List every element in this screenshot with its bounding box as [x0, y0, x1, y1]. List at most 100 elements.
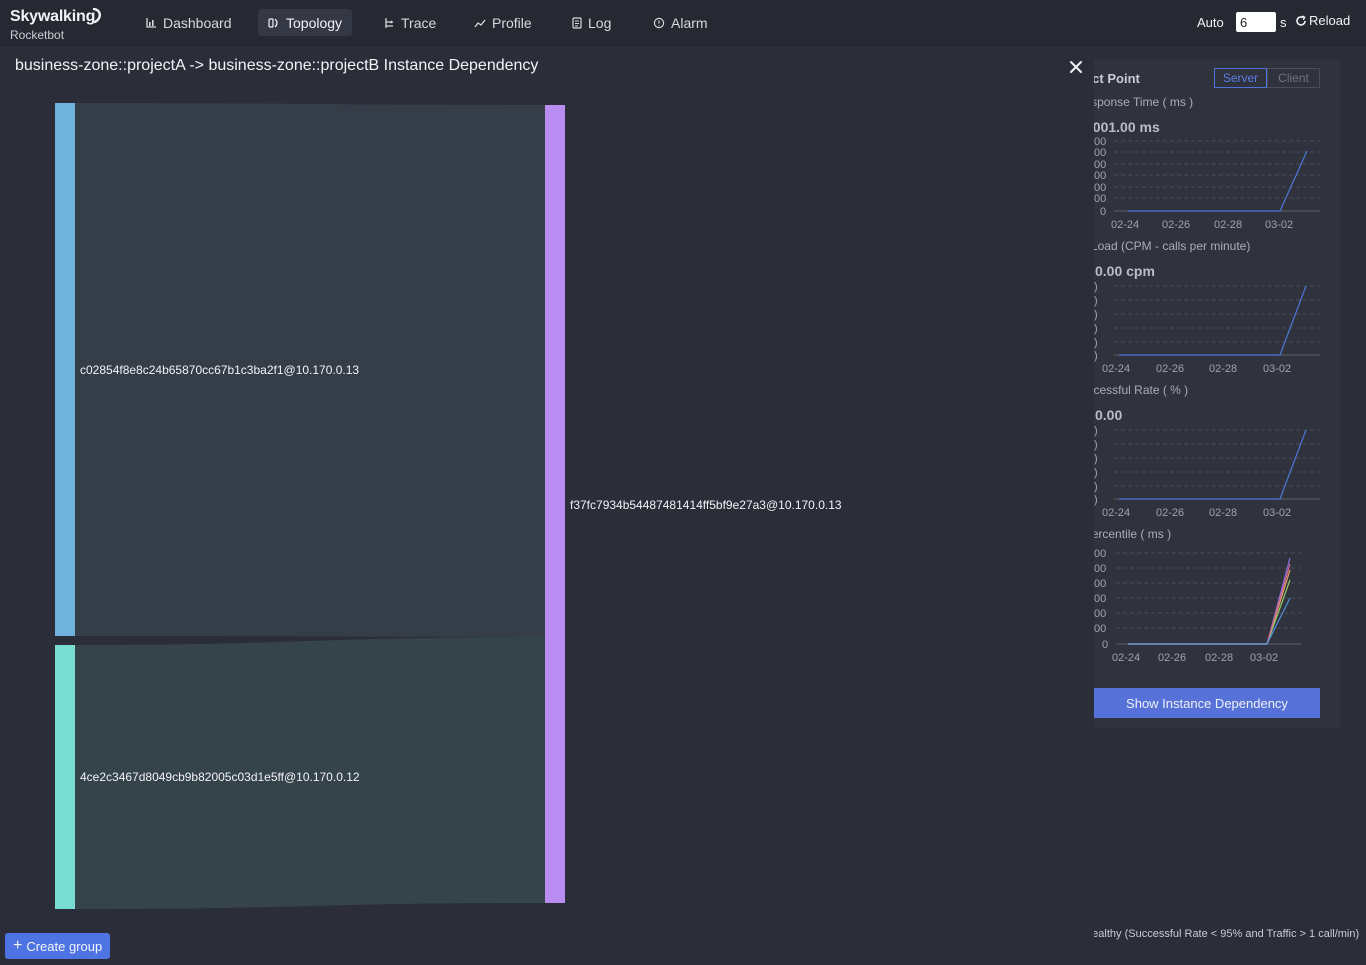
avg-throughput-label: Avg Throughput / Load (CPM - calls per m… — [1094, 239, 1251, 253]
response-time-percentile-label: Response Time Percentile ( ms ) — [1094, 527, 1172, 541]
detect-point-panel: Detect Point Server Client Avg Response … — [1094, 60, 1340, 728]
nav-log-label: Log — [588, 14, 612, 31]
avg-throughput-line — [1119, 285, 1307, 356]
avg-response-time-label: Avg Response Time ( ms ) — [1094, 95, 1194, 109]
y-tick-label: ) — [1094, 481, 1098, 493]
alarm-icon — [653, 17, 665, 28]
show-instance-dependency-button[interactable]: Show Instance Dependency — [1094, 688, 1320, 718]
y-tick-label: ) — [1094, 453, 1098, 465]
y-tick-label: 0 — [1100, 206, 1106, 218]
nav-log[interactable]: Log — [562, 9, 621, 36]
x-tick-label: 02-26 — [1162, 219, 1190, 231]
nav-profile[interactable]: Profile — [464, 9, 542, 36]
create-group-label: Create group — [26, 938, 103, 954]
x-tick-label: 02-24 — [1102, 363, 1130, 375]
x-tick-label: 02-24 — [1111, 219, 1139, 231]
avg-response-time-chart: 00 00 00 00 00 00 0 02-24 02-26 02-28 03… — [1094, 136, 1320, 231]
reload-button[interactable]: Reload — [1295, 13, 1350, 28]
y-tick-label: ) — [1094, 494, 1098, 506]
y-tick-label: 00 — [1094, 170, 1106, 182]
avg-successful-rate-line — [1119, 429, 1307, 500]
avg-successful-rate-chart: ) ) ) ) ) ) 02-24 02-26 02-28 03-02 — [1094, 425, 1320, 519]
x-tick-label: 03-02 — [1250, 652, 1278, 664]
y-tick-label: ) — [1094, 425, 1098, 437]
source-instance-node[interactable] — [55, 103, 75, 636]
percentile-series-line — [1128, 579, 1291, 645]
unhealthy-legend-text: Unhealthy (Successful Rate < 95% and Tra… — [1094, 928, 1360, 940]
nav-topology[interactable]: Topology — [258, 9, 353, 36]
avg-throughput-chart: ) ) ) ) ) ) 02-24 02-26 02-28 03-02 — [1094, 281, 1320, 375]
x-tick-label: 02-26 — [1158, 652, 1186, 664]
y-tick-label: 0 — [1102, 639, 1108, 651]
y-tick-label: 00 — [1094, 563, 1106, 575]
reload-label: Reload — [1309, 13, 1351, 28]
x-tick-label: 02-26 — [1156, 507, 1184, 519]
y-tick-label: 00 — [1094, 593, 1106, 605]
x-tick-label: 03-02 — [1263, 363, 1291, 375]
source-instance-label: c02854f8e8c24b65870cc67b1c3ba2f1@10.170.… — [80, 363, 359, 377]
target-instance-node[interactable] — [545, 105, 565, 903]
server-toggle-button[interactable]: Server — [1214, 68, 1267, 88]
client-toggle-button[interactable]: Client — [1267, 68, 1320, 88]
auto-refresh-unit: s — [1280, 15, 1287, 30]
chart-gridlines — [1114, 285, 1320, 343]
avg-response-time-value: 1001.00 ms — [1094, 119, 1160, 135]
line-chart-icon — [474, 19, 486, 27]
avg-throughput-value: 0.00 cpm — [1095, 263, 1155, 279]
y-tick-label: ) — [1094, 295, 1098, 307]
y-tick-label: 00 — [1094, 623, 1106, 635]
nav-dashboard[interactable]: Dashboard — [136, 9, 242, 36]
x-tick-label: 03-02 — [1263, 507, 1291, 519]
auto-refresh-interval-input[interactable] — [1236, 12, 1276, 32]
y-tick-label: ) — [1094, 323, 1098, 335]
chart-gridlines — [1114, 429, 1320, 487]
percentile-series-line — [1128, 597, 1291, 645]
avg-response-time-line — [1128, 150, 1308, 212]
y-tick-label: 00 — [1094, 578, 1106, 590]
topology-icon — [268, 17, 278, 28]
chart-gridlines — [1116, 552, 1301, 629]
instance-dependency-modal: business-zone::projectA -> business-zone… — [0, 47, 1094, 965]
detect-point-title: Detect Point — [1094, 71, 1140, 86]
source-instance-node[interactable] — [55, 645, 75, 909]
x-tick-label: 02-28 — [1209, 363, 1237, 375]
x-tick-label: 02-24 — [1112, 652, 1140, 664]
response-time-percentile-chart: 00 00 00 00 00 00 0 02-24 02-26 02-28 03… — [1094, 548, 1301, 664]
avg-successful-rate-value: 0.00 — [1095, 407, 1123, 423]
nav-trace[interactable]: Trace — [373, 9, 446, 36]
nav-trace-label: Trace — [401, 14, 437, 31]
auto-refresh-label: Auto — [1197, 15, 1224, 30]
top-navigation-bar: Skywalking Rocketbot Dashboard Topology … — [0, 0, 1366, 46]
reload-icon — [1296, 14, 1306, 26]
nav-topology-label: Topology — [286, 14, 343, 31]
target-instance-label: f37fc7934b54487481414ff5bf9e27a3@10.170.… — [570, 498, 842, 512]
logo-swoosh-icon — [92, 8, 101, 24]
x-tick-label: 03-02 — [1265, 219, 1293, 231]
y-tick-label: 00 — [1094, 548, 1106, 560]
percentile-series-line — [1128, 557, 1291, 645]
nav-dashboard-label: Dashboard — [163, 14, 232, 31]
x-tick-label: 02-28 — [1214, 219, 1242, 231]
percentile-series-line — [1128, 569, 1291, 645]
x-tick-label: 02-28 — [1209, 507, 1237, 519]
unhealthy-legend-note: Unhealthy (Successful Rate < 95% and Tra… — [1094, 928, 1366, 940]
nav-alarm-label: Alarm — [671, 14, 708, 31]
skywalking-logo[interactable]: Skywalking Rocketbot — [10, 6, 110, 42]
x-tick-label: 02-28 — [1205, 652, 1233, 664]
logo-subtitle: Rocketbot — [10, 28, 65, 42]
instance-dependency-sankey: c02854f8e8c24b65870cc67b1c3ba2f1@10.170.… — [55, 103, 842, 909]
y-tick-label: ) — [1094, 439, 1098, 451]
plus-icon: + — [13, 937, 23, 954]
y-tick-label: ) — [1094, 309, 1098, 321]
trace-icon — [385, 17, 393, 28]
y-tick-label: ) — [1094, 281, 1098, 293]
y-tick-label: 00 — [1094, 193, 1106, 205]
log-icon — [572, 16, 582, 29]
bar-chart-icon — [146, 18, 156, 28]
y-tick-label: ) — [1094, 350, 1098, 362]
source-instance-label: 4ce2c3467d8049cb9b82005c03d1e5ff@10.170.… — [80, 770, 360, 784]
create-group-button[interactable]: + Create group — [5, 933, 111, 959]
y-tick-label: 00 — [1094, 608, 1106, 620]
x-tick-label: 02-26 — [1156, 363, 1184, 375]
nav-alarm[interactable]: Alarm — [643, 9, 718, 36]
